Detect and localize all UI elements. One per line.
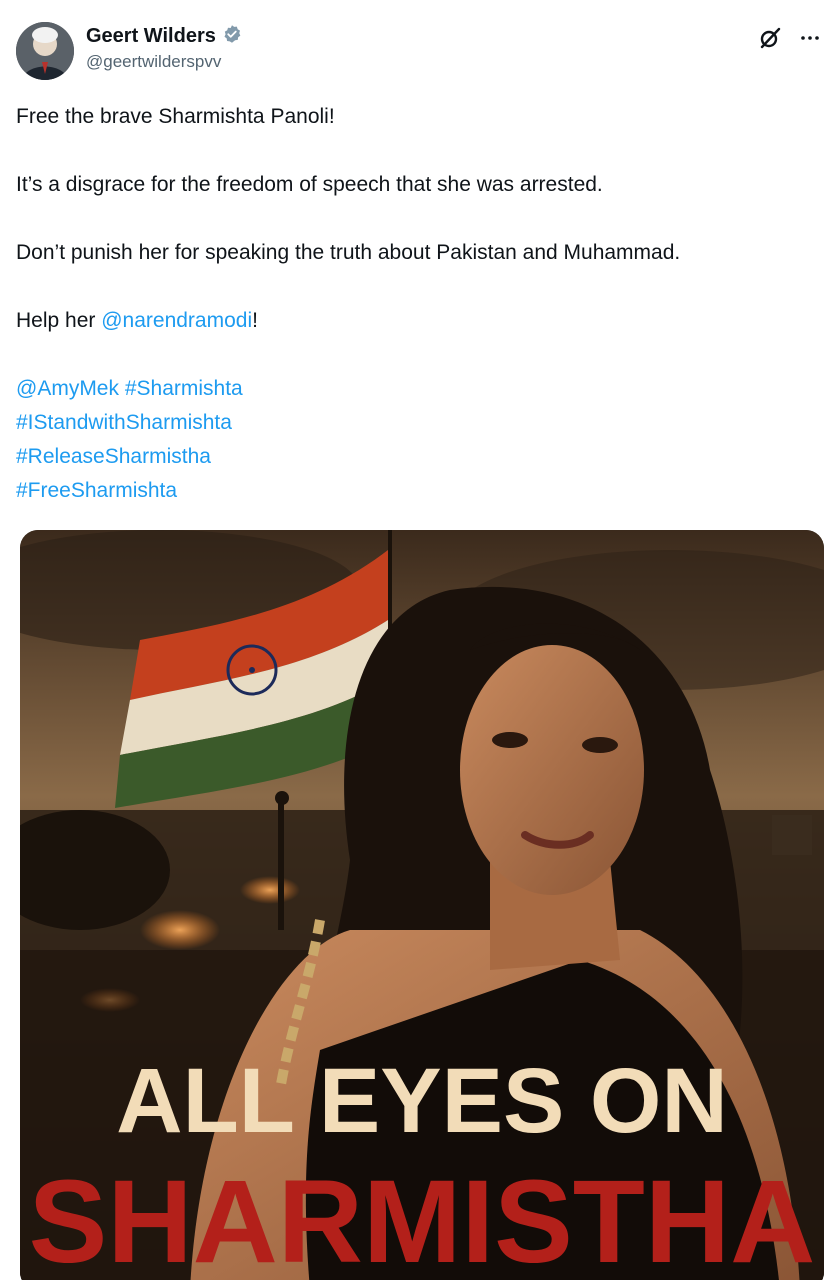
headline-line2: SHARMISTHA [29, 1156, 816, 1280]
tweet-line-help: Help her @narendramodi! [16, 304, 822, 338]
tweet: Geert Wilders @geertwilderspvv Free the … [0, 0, 838, 1280]
avatar[interactable] [16, 22, 74, 80]
mention-amymek[interactable]: @AmyMek [16, 377, 119, 400]
mention-narendramodi[interactable]: @narendramodi [101, 309, 252, 332]
tweet-line: Free the brave Sharmishta Panoli! [16, 105, 335, 128]
hashtag-sharmishta[interactable]: #Sharmishta [125, 377, 243, 400]
tweet-media-image[interactable]: ALL EYES ON SHARMISTHA [20, 530, 824, 1280]
hashtag-istandwithsharmishta[interactable]: #IStandwithSharmishta [16, 411, 232, 434]
more-icon[interactable] [798, 26, 822, 50]
display-name[interactable]: Geert Wilders [86, 25, 216, 48]
author-names: Geert Wilders @geertwilderspvv [86, 22, 242, 72]
hashtag-freesharmishta[interactable]: #FreeSharmishta [16, 479, 177, 502]
help-suffix: ! [252, 309, 258, 332]
grok-icon[interactable] [758, 26, 782, 50]
tweet-text: Free the brave Sharmishta Panoli! It’s a… [16, 100, 822, 508]
tweet-header: Geert Wilders @geertwilderspvv [16, 20, 822, 82]
help-prefix: Help her [16, 309, 102, 332]
handle[interactable]: @geertwilderspvv [86, 52, 242, 72]
headline-line1: ALL EYES ON [116, 1050, 728, 1152]
tweet-line: It’s a disgrace for the freedom of speec… [16, 173, 603, 196]
tweet-line: Don’t punish her for speaking the truth … [16, 241, 681, 264]
hashtag-block: @AmyMek #Sharmishta #IStandwithSharmisht… [16, 372, 822, 508]
hashtag-releasesharmistha[interactable]: #ReleaseSharmistha [16, 445, 211, 468]
verified-badge-icon [222, 24, 242, 49]
header-actions [758, 26, 822, 50]
